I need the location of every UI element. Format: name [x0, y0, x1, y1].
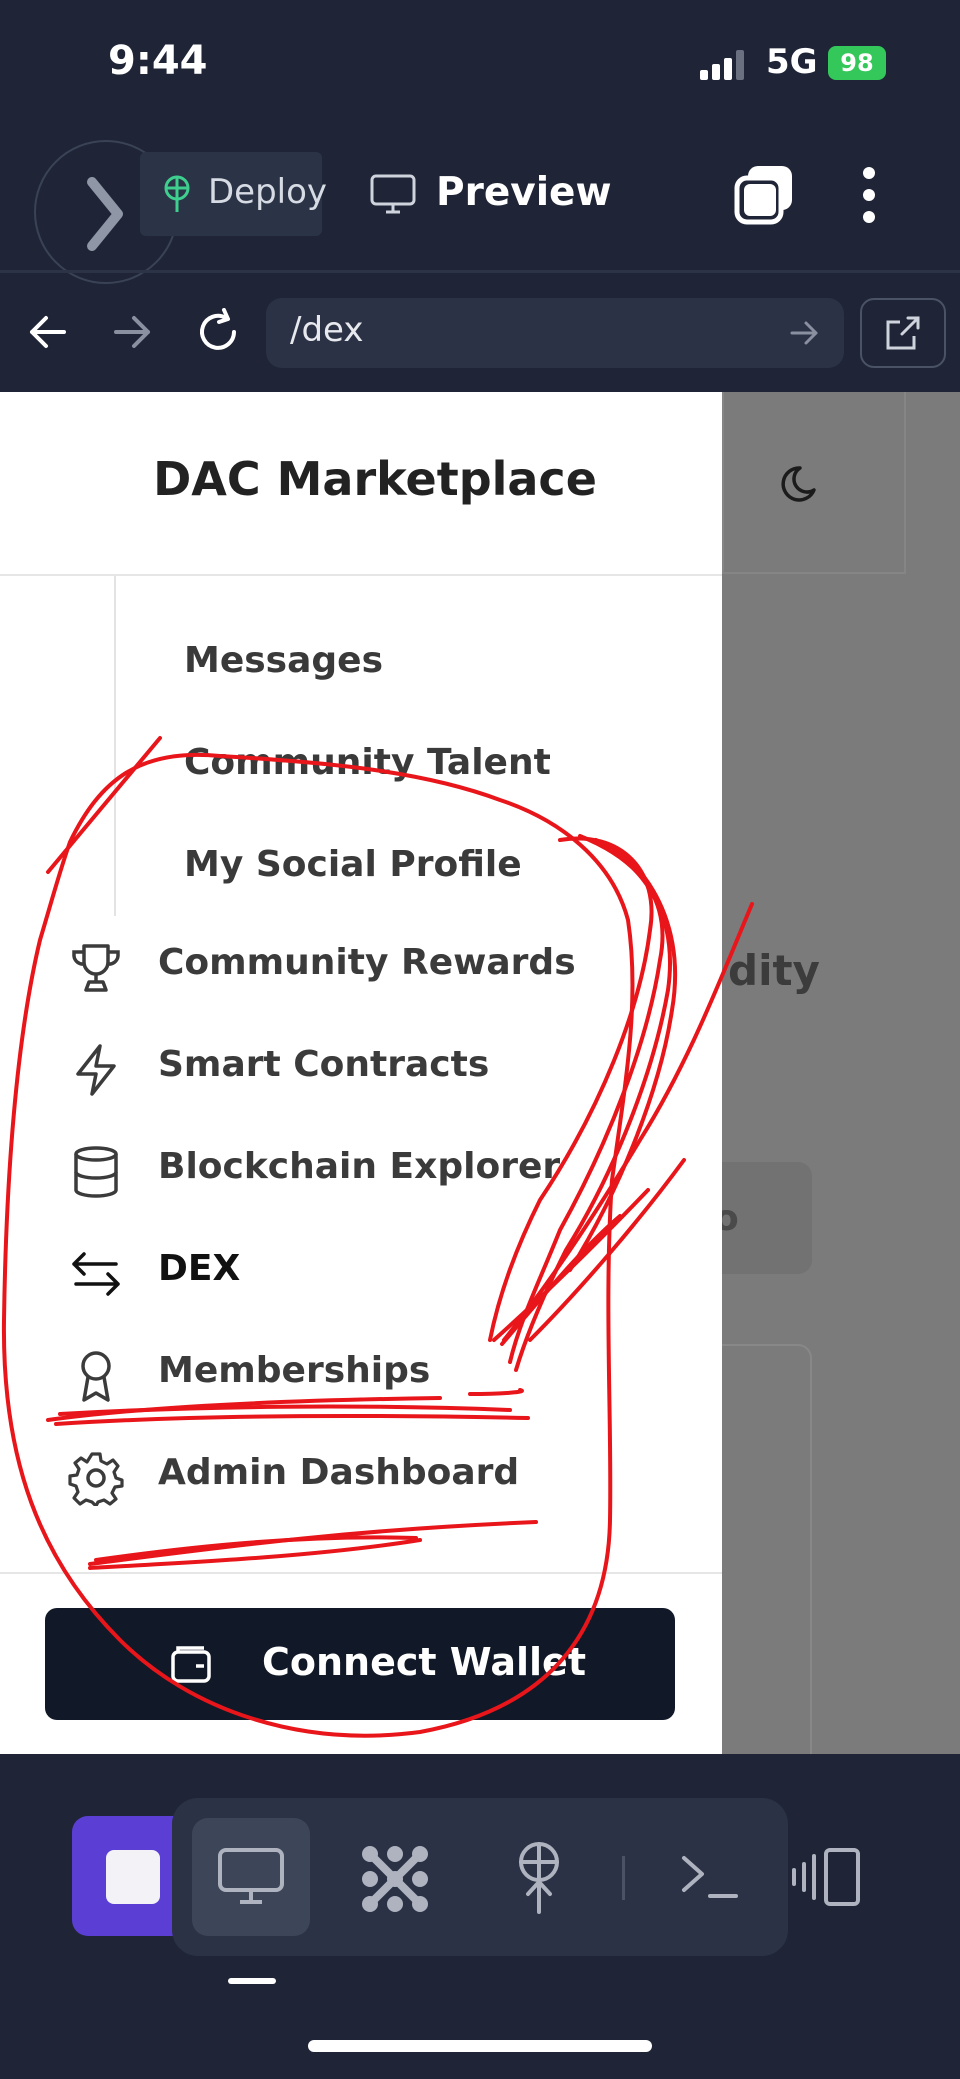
external-link-icon — [886, 316, 920, 350]
devices-icon[interactable] — [790, 1846, 862, 1908]
nav-label: Admin Dashboard — [158, 1452, 520, 1493]
sub-item-community-talent[interactable]: Community Talent — [184, 742, 551, 783]
nav-item-smart-contracts[interactable]: Smart Contracts — [0, 1022, 722, 1112]
nav-item-blockchain-explorer[interactable]: Blockchain Explorer — [0, 1124, 722, 1214]
active-indicator — [228, 1978, 276, 1984]
moon-icon[interactable] — [780, 460, 826, 506]
deploy-label: Deploy — [208, 172, 328, 212]
sub-item-social-profile[interactable]: My Social Profile — [184, 844, 522, 885]
stop-icon — [106, 1850, 160, 1904]
toolbar-divider — [0, 270, 960, 273]
deploy-icon — [164, 175, 190, 212]
trophy-icon — [72, 944, 120, 992]
nav-label: Smart Contracts — [158, 1044, 490, 1085]
nav-item-admin-dashboard[interactable]: Admin Dashboard — [0, 1430, 722, 1520]
peek-card — [722, 1344, 812, 1754]
sub-item-messages[interactable]: Messages — [184, 640, 383, 681]
nav-label: Community Rewards — [158, 942, 576, 983]
monitor-icon — [218, 1848, 284, 1904]
nav-item-memberships[interactable]: Memberships — [0, 1328, 722, 1418]
swap-arrows-icon — [72, 1252, 120, 1296]
nav-label: Memberships — [158, 1350, 431, 1391]
deploy-icon[interactable] — [508, 1840, 570, 1916]
preview-button[interactable]: Preview — [436, 170, 612, 215]
more-vertical-icon[interactable] — [862, 166, 876, 224]
peek-text-liquidity: dity — [728, 946, 820, 995]
dock-preview-button[interactable] — [192, 1818, 310, 1936]
lightning-icon — [76, 1044, 116, 1096]
nav-item-dex[interactable]: DEX — [0, 1226, 722, 1316]
workflows-icon[interactable] — [358, 1842, 432, 1916]
award-icon — [81, 1351, 111, 1402]
wallet-icon — [171, 1646, 211, 1683]
battery-icon: 98 — [828, 46, 886, 80]
drawer-footer-divider — [0, 1572, 722, 1574]
nav-label: Blockchain Explorer — [158, 1146, 561, 1187]
database-icon — [74, 1146, 118, 1198]
status-bar: 9:44 5G 98 — [0, 0, 960, 130]
terminal-icon[interactable] — [680, 1852, 740, 1902]
connect-wallet-label: Connect Wallet — [262, 1640, 586, 1684]
tabs-icon[interactable] — [734, 164, 796, 226]
back-arrow-icon[interactable] — [28, 314, 68, 350]
signal-icon — [700, 50, 744, 80]
submenu-tree-line — [114, 576, 116, 916]
forward-arrow-icon[interactable] — [112, 314, 152, 350]
monitor-icon — [370, 174, 416, 214]
reload-icon[interactable] — [194, 308, 242, 356]
nav-label: DEX — [158, 1248, 241, 1289]
status-time: 9:44 — [108, 38, 208, 84]
battery-level: 98 — [840, 49, 874, 77]
drawer-header-divider — [0, 574, 722, 576]
go-arrow-icon[interactable] — [790, 320, 820, 346]
open-external-button[interactable] — [860, 298, 946, 368]
home-indicator — [308, 2040, 652, 2052]
url-text: /dex — [290, 310, 364, 350]
network-label: 5G — [766, 42, 818, 82]
drawer-title: DAC Marketplace — [153, 452, 597, 506]
gear-icon — [68, 1452, 124, 1506]
nav-item-community-rewards[interactable]: Community Rewards — [0, 920, 722, 1010]
dock-separator — [622, 1856, 625, 1900]
